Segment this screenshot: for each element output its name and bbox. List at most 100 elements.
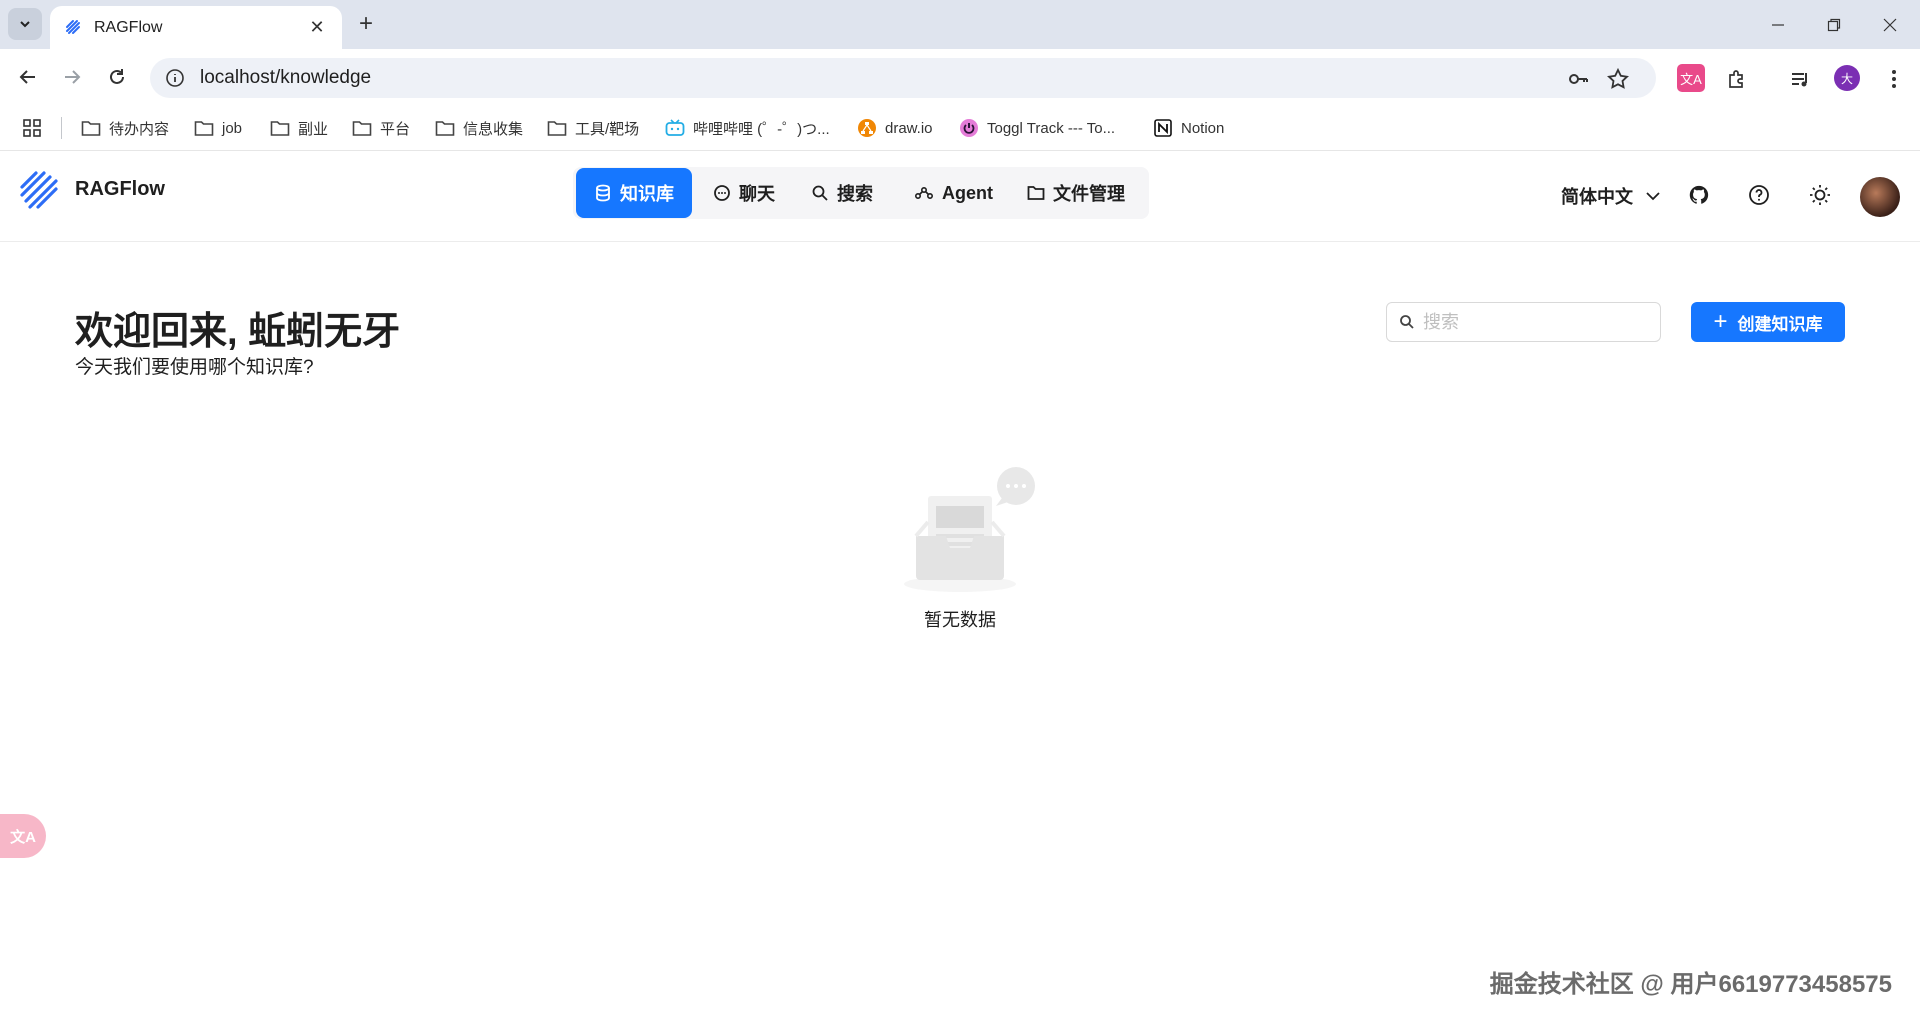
user-avatar[interactable] [1860, 177, 1900, 217]
nav-knowledge-base[interactable]: 知识库 [576, 168, 692, 218]
bookmark-link[interactable]: Notion [1153, 115, 1224, 141]
media-control-icon[interactable] [1786, 65, 1814, 93]
search-input[interactable] [1423, 311, 1643, 333]
tab-title: RAGFlow [94, 18, 163, 36]
translate-extension-icon[interactable]: 文A [1677, 64, 1705, 92]
theme-toggle-button[interactable] [1806, 181, 1834, 209]
app-header: RAGFlow 知识库 聊天 搜索 Agent 文件管理 简体中文 [0, 151, 1920, 242]
restore-button[interactable] [1806, 0, 1862, 49]
chevron-down-icon [1646, 192, 1660, 201]
apps-grid-button[interactable] [22, 115, 50, 141]
tab-search-button[interactable] [8, 8, 42, 40]
bookmark-label: 待办内容 [109, 120, 170, 138]
bookmark-folder[interactable]: 副业 [270, 115, 328, 141]
bookmark-label: 平台 [380, 120, 411, 138]
bookmark-label: Toggl Track --- To... [987, 119, 1116, 137]
bookmark-label: 副业 [298, 120, 329, 138]
github-icon [1689, 185, 1709, 204]
folder-icon [194, 121, 214, 136]
bookmark-folder[interactable]: job [194, 115, 242, 141]
nav-label: 文件管理 [1053, 184, 1125, 204]
bookmark-link[interactable]: 哔哩哔哩 (゜-゜)つ... [665, 115, 830, 141]
main-nav: 知识库 聊天 搜索 Agent 文件管理 [573, 167, 1149, 219]
bookmark-label: 信息收集 [463, 120, 524, 138]
bilibili-icon [665, 119, 685, 136]
nav-label: 聊天 [739, 184, 775, 204]
language-label: 简体中文 [1561, 187, 1633, 207]
translate-icon: 文A [10, 828, 36, 846]
drawio-icon [858, 119, 876, 137]
bookmarks-divider [61, 117, 62, 139]
bookmark-star-icon[interactable] [1606, 67, 1630, 91]
arrow-right-icon [65, 70, 81, 84]
bookmark-link[interactable]: Toggl Track --- To... [959, 115, 1115, 141]
password-key-icon[interactable] [1566, 67, 1590, 91]
knowledge-search[interactable] [1386, 302, 1661, 342]
bookmark-label: 哔哩哔哩 (゜-゜)つ... [693, 120, 830, 138]
notion-icon [1154, 119, 1172, 137]
minimize-icon [1772, 23, 1784, 26]
search-icon [1400, 315, 1414, 329]
bookmark-folder[interactable]: 平台 [352, 115, 410, 141]
github-button[interactable] [1685, 181, 1713, 209]
close-window-button[interactable] [1862, 0, 1918, 49]
apps-grid-icon [23, 119, 41, 137]
forward-button[interactable] [56, 61, 88, 93]
folder-icon [270, 121, 290, 136]
nav-label: 搜索 [837, 184, 873, 204]
ragflow-logo-icon[interactable] [18, 169, 62, 213]
new-tab-button[interactable]: + [352, 10, 380, 38]
welcome-title: 欢迎回来, 蚯蚓无牙 [75, 311, 401, 353]
language-selector[interactable]: 简体中文 [1561, 183, 1661, 209]
folder-icon [81, 121, 101, 136]
search-icon [812, 185, 828, 201]
bookmark-label: draw.io [885, 119, 933, 137]
nav-search[interactable]: 搜索 [793, 168, 891, 218]
chevron-down-icon [20, 21, 30, 28]
nav-file-management[interactable]: 文件管理 [1009, 168, 1143, 218]
bookmark-link[interactable]: draw.io [857, 115, 933, 141]
brand-name[interactable]: RAGFlow [75, 178, 165, 201]
browser-toolbar: localhost/knowledge [0, 49, 1920, 105]
help-button[interactable] [1745, 181, 1773, 209]
floating-translate-button[interactable]: 文A [0, 814, 46, 858]
database-icon [596, 184, 610, 202]
tab-close-icon[interactable]: ✕ [306, 17, 328, 38]
plus-icon: + [1713, 308, 1728, 335]
nav-label: 知识库 [620, 184, 674, 204]
nav-agent[interactable]: Agent [896, 168, 1011, 218]
arrow-left-icon [19, 70, 35, 84]
back-button[interactable] [12, 61, 44, 93]
reload-icon [110, 69, 124, 84]
sun-icon [1810, 185, 1830, 205]
close-icon [1883, 18, 1897, 31]
create-knowledge-base-button[interactable]: + 创建知识库 [1691, 302, 1845, 342]
minimize-button[interactable] [1750, 0, 1806, 49]
bookmark-folder[interactable]: 信息收集 [435, 115, 523, 141]
reload-button[interactable] [101, 61, 133, 93]
bookmarks-bar: 待办内容 job 副业 平台 信息收集 工具/靶场 哔哩哔哩 (゜-゜)つ...… [0, 105, 1920, 151]
profile-avatar[interactable]: 大 [1834, 65, 1860, 91]
welcome-subtitle: 今天我们要使用哪个知识库? [75, 357, 314, 378]
toggl-icon [960, 119, 978, 137]
site-info-icon[interactable] [164, 67, 186, 89]
nav-chat[interactable]: 聊天 [695, 168, 793, 218]
folder-icon [547, 121, 567, 136]
browser-tab-active[interactable]: RAGFlow ✕ [50, 6, 342, 49]
nav-label: Agent [942, 182, 993, 203]
question-circle-icon [1749, 185, 1769, 205]
address-bar[interactable]: localhost/knowledge [150, 58, 1656, 98]
extensions-puzzle-icon[interactable] [1723, 65, 1751, 93]
folder-icon [352, 121, 372, 136]
bookmark-label: 工具/靶场 [575, 120, 640, 138]
chat-icon [714, 185, 730, 201]
bookmark-folder[interactable]: 工具/靶场 [547, 115, 639, 141]
browser-tab-strip: RAGFlow ✕ + [0, 0, 1920, 49]
browser-menu-icon[interactable] [1880, 65, 1908, 93]
bookmark-label: Notion [1181, 119, 1225, 137]
url-text: localhost/knowledge [200, 67, 372, 88]
agent-icon [914, 186, 934, 200]
ragflow-favicon-icon [66, 19, 80, 34]
create-button-label: 创建知识库 [1737, 314, 1823, 334]
bookmark-folder[interactable]: 待办内容 [81, 115, 169, 141]
